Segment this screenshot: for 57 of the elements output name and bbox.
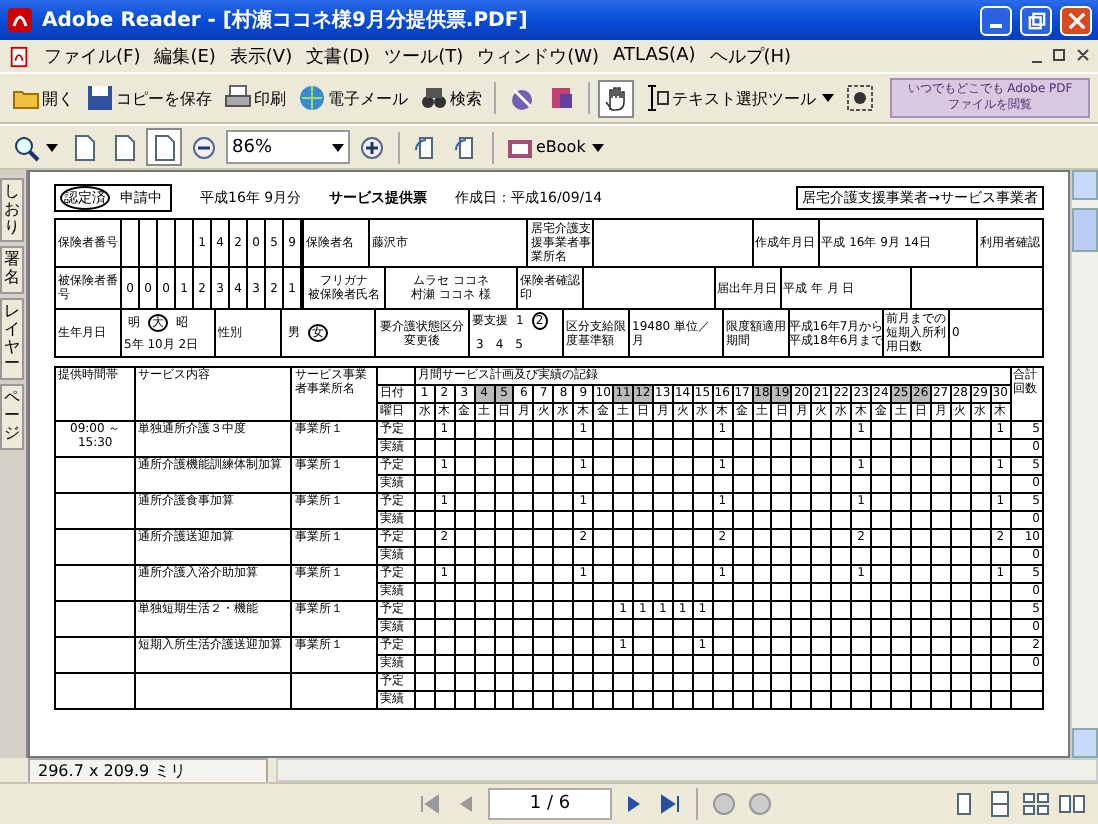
ebook-button[interactable]: eBook	[502, 128, 608, 166]
zoom-out-icon	[190, 133, 218, 161]
menu-item[interactable]: ファイル(F)	[44, 43, 141, 69]
snapshot-button[interactable]	[842, 79, 878, 117]
restore-button[interactable]	[1020, 5, 1052, 35]
page-icon	[70, 133, 98, 161]
menu-item[interactable]: 文書(D)	[306, 43, 371, 69]
two-page-icon[interactable]	[1058, 790, 1086, 818]
side-tab[interactable]: レイヤー	[0, 297, 24, 381]
pdf-document-icon	[8, 45, 30, 67]
binoculars-icon	[420, 84, 448, 112]
side-tab[interactable]: 署名	[0, 246, 24, 294]
side-tab[interactable]: しおり	[0, 178, 24, 243]
page-icon	[150, 133, 178, 161]
close-button[interactable]	[1060, 5, 1092, 35]
menu-item[interactable]: 編集(E)	[154, 43, 216, 69]
menu-item[interactable]: ウィンドウ(W)	[477, 43, 600, 69]
close-icon	[1067, 11, 1085, 29]
caret-icon	[332, 143, 344, 151]
horizontal-scrollbar[interactable]	[276, 758, 1098, 782]
caret-icon	[591, 143, 604, 151]
menu-item[interactable]: ヘルプ(H)	[709, 43, 792, 69]
print-button[interactable]: 印刷	[220, 79, 290, 117]
continuous-page-icon[interactable]	[986, 790, 1014, 818]
zoom-field[interactable]: 86%	[226, 130, 350, 164]
hand-icon	[602, 84, 630, 112]
caret-icon	[46, 143, 58, 151]
minimize-button[interactable]	[980, 5, 1012, 35]
camera-icon	[846, 84, 874, 112]
document-window-controls-icon	[1030, 46, 1090, 66]
save-button[interactable]: コピーを保存	[82, 79, 216, 117]
printer-icon	[224, 84, 252, 112]
side-tab[interactable]: ページ	[0, 384, 24, 450]
text-cursor-icon	[642, 84, 670, 112]
last-page-icon[interactable]	[656, 790, 684, 818]
pdf-app-icon	[6, 6, 34, 34]
search-button[interactable]: 検索	[416, 79, 486, 117]
textselect-button[interactable]: テキスト選択ツール	[638, 79, 838, 117]
minimize-icon	[990, 24, 1002, 28]
window-title: Adobe Reader - [村瀬ココネ様9月分提供票.PDF]	[42, 7, 530, 34]
menu-item[interactable]: 表示(V)	[229, 43, 293, 69]
fitwidth-button[interactable]	[146, 128, 182, 166]
restore-icon	[1027, 11, 1045, 29]
facing-pages-icon[interactable]	[1022, 790, 1050, 818]
vertical-scrollbar[interactable]	[1070, 170, 1098, 758]
menu-item[interactable]: ATLAS(A)	[613, 46, 696, 66]
menu-item[interactable]: ツール(T)	[384, 43, 464, 69]
caret-icon	[822, 94, 834, 102]
page-icon	[110, 133, 138, 161]
email-button[interactable]: 電子メール	[294, 79, 412, 117]
hand-button[interactable]	[598, 79, 634, 117]
open-button[interactable]: 開く	[8, 79, 78, 117]
magnifier-icon	[12, 133, 40, 161]
zoom-in-icon	[358, 133, 386, 161]
page-size-text: 296.7 x 209.9 ミリ	[28, 757, 268, 783]
globe-icon	[298, 84, 326, 112]
page-number-field[interactable]: 1 / 6	[488, 788, 612, 820]
